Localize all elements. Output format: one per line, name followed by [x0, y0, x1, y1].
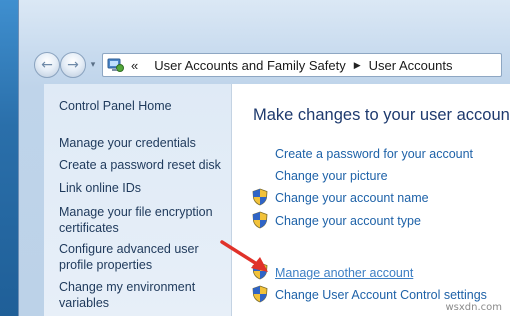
breadcrumb-arrow-icon[interactable]: ▶ — [354, 60, 361, 71]
forward-button[interactable]: → — [60, 52, 86, 78]
uac-settings-link[interactable]: Change User Account Control settings — [275, 287, 487, 303]
breadcrumb-user-accounts-family-safety[interactable]: User Accounts and Family Safety — [154, 58, 345, 73]
navigation-bar: ← → ▾ « User Accounts and Family Safety … — [26, 48, 510, 82]
create-password-link[interactable]: Create a password for your account — [275, 146, 473, 162]
address-bar[interactable]: « User Accounts and Family Safety ▶ User… — [102, 53, 502, 77]
uac-shield-icon — [252, 285, 268, 303]
uac-shield-icon — [252, 262, 268, 280]
file-encryption-certificates-link[interactable]: Manage your file encryption certificates — [59, 204, 227, 236]
manage-credentials-link[interactable]: Manage your credentials — [59, 135, 227, 151]
password-reset-disk-link[interactable]: Create a password reset disk — [59, 157, 227, 173]
watermark-text: wsxdn.com — [445, 302, 502, 313]
control-panel-home-link[interactable]: Control Panel Home — [59, 98, 227, 114]
main-content: Make changes to your user account Create… — [232, 84, 510, 316]
control-panel-icon — [107, 57, 125, 73]
forward-arrow-icon: → — [67, 57, 79, 73]
uac-shield-icon — [252, 211, 268, 229]
change-picture-link[interactable]: Change your picture — [275, 168, 388, 184]
task-pane: Control Panel Home Manage your credentia… — [44, 84, 232, 316]
back-arrow-icon: ← — [41, 57, 53, 73]
breadcrumb-user-accounts[interactable]: User Accounts — [369, 58, 453, 73]
manage-another-account-link[interactable]: Manage another account — [275, 265, 413, 281]
page-title: Make changes to your user account — [253, 106, 510, 124]
uac-shield-icon — [252, 188, 268, 206]
link-online-ids-link[interactable]: Link online IDs — [59, 180, 227, 196]
change-account-type-link[interactable]: Change your account type — [275, 213, 421, 229]
recent-pages-dropdown[interactable]: ▾ — [88, 60, 98, 70]
breadcrumb-overflow-chevron[interactable]: « — [131, 58, 138, 73]
back-button[interactable]: ← — [34, 52, 60, 78]
advanced-profile-properties-link[interactable]: Configure advanced user profile properti… — [59, 241, 227, 273]
change-account-name-link[interactable]: Change your account name — [275, 190, 429, 206]
environment-variables-link[interactable]: Change my environment variables — [59, 279, 227, 311]
